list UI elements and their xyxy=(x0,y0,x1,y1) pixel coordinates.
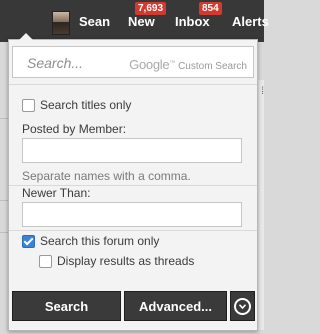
top-navigation-bar: Sean 7,693 New 854 Inbox Alerts xyxy=(0,0,269,42)
background-page-glyph: ⁞ xyxy=(261,86,264,97)
chevron-down-circle-icon xyxy=(234,297,251,315)
as-threads-checkbox[interactable] xyxy=(39,254,52,268)
more-options-button[interactable] xyxy=(230,291,255,321)
posted-by-label: Posted by Member: xyxy=(22,122,127,136)
advanced-search-button[interactable]: Advanced... xyxy=(124,291,227,321)
search-placeholder: Search... xyxy=(27,55,84,71)
titles-only-option[interactable]: Search titles only xyxy=(22,98,131,112)
divider xyxy=(9,84,257,85)
new-link[interactable]: New xyxy=(128,14,155,29)
posted-by-hint: Separate names with a comma. xyxy=(22,169,191,183)
posted-by-member-field[interactable] xyxy=(22,138,242,163)
this-forum-label: Search this forum only xyxy=(40,234,160,248)
titles-only-checkbox[interactable] xyxy=(22,98,35,112)
popup-arrow xyxy=(19,33,33,40)
this-forum-checkbox[interactable] xyxy=(22,234,35,248)
newer-than-date-field[interactable] xyxy=(22,202,242,227)
titles-only-label: Search titles only xyxy=(40,98,132,112)
user-name-link[interactable]: Sean xyxy=(79,14,110,29)
search-input[interactable]: Search... Google™ Custom Search xyxy=(12,46,254,78)
google-custom-search-brand: Google™ Custom Search xyxy=(129,57,247,72)
as-threads-option[interactable]: Display results as threads xyxy=(39,254,194,268)
newer-than-label: Newer Than: xyxy=(22,186,91,200)
this-forum-option[interactable]: Search this forum only xyxy=(22,234,159,248)
search-popup: Search... Google™ Custom Search Search t… xyxy=(8,33,258,331)
avatar[interactable] xyxy=(52,11,70,35)
divider xyxy=(9,230,257,231)
search-button-label: Search xyxy=(44,298,89,314)
google-logo: Google xyxy=(129,57,170,72)
alerts-link[interactable]: Alerts xyxy=(232,14,269,29)
search-button[interactable]: Search xyxy=(12,291,121,321)
advanced-button-label: Advanced... xyxy=(139,298,212,314)
custom-search-label: Custom Search xyxy=(178,61,247,72)
inbox-link[interactable]: Inbox xyxy=(175,14,210,29)
as-threads-label: Display results as threads xyxy=(57,254,195,268)
